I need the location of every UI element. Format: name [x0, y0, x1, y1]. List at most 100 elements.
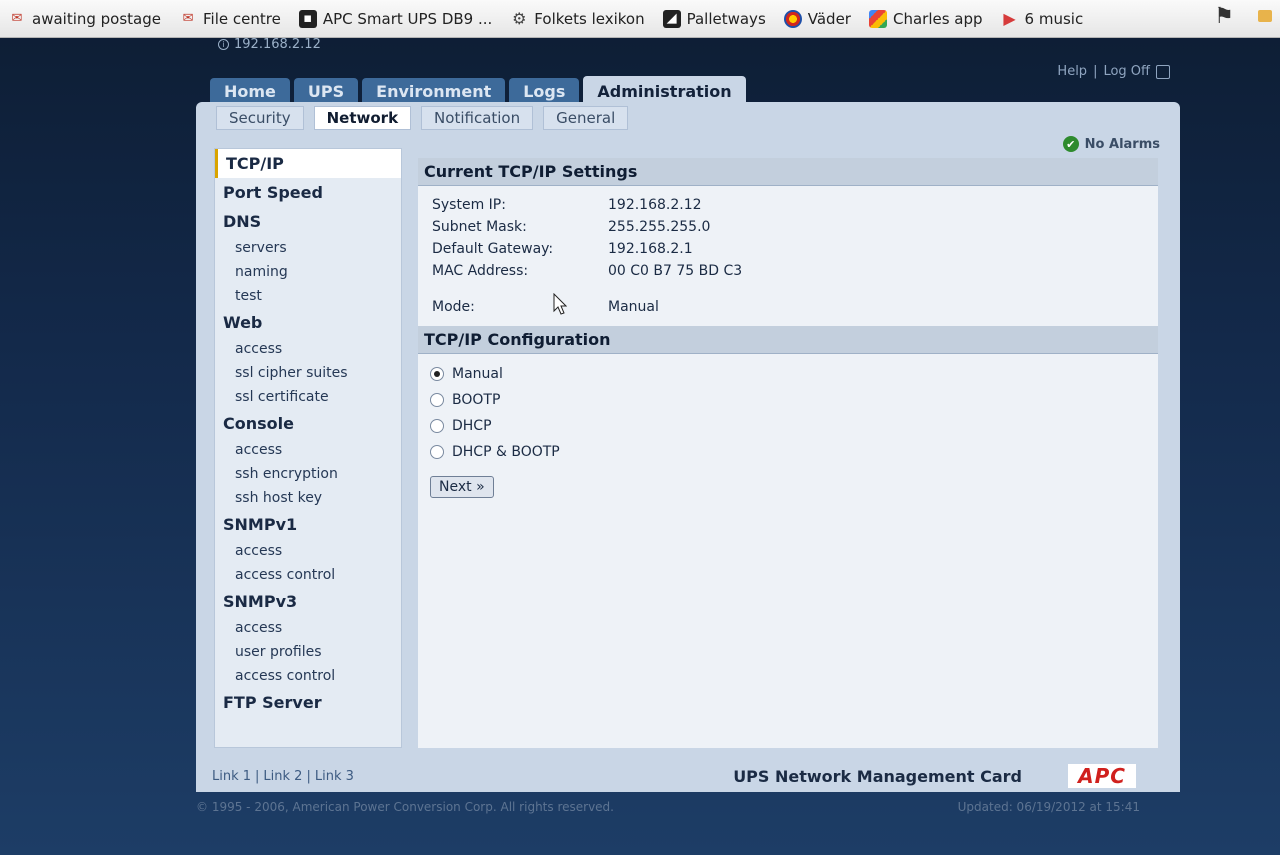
nav-dns-naming[interactable]: naming: [215, 260, 401, 284]
tab-environment[interactable]: Environment: [362, 78, 506, 104]
configuration-header: TCP/IP Configuration: [418, 326, 1158, 354]
subnet-mask-label: Subnet Mask:: [432, 219, 527, 235]
footer-bar: Link 1 | Link 2 | Link 3 UPS Network Man…: [196, 762, 1148, 790]
nav-console-ssh-encryption[interactable]: ssh encryption: [215, 462, 401, 486]
bookmark-flag-icon[interactable]: ⚑: [1214, 4, 1234, 29]
bookmark-label: Palletways: [686, 9, 766, 28]
nav-web-access[interactable]: access: [215, 337, 401, 361]
bookmark-palletways[interactable]: ◢ Palletways: [662, 9, 766, 28]
content-area: Current TCP/IP Settings System IP: 192.1…: [418, 158, 1158, 748]
tab-logs[interactable]: Logs: [509, 78, 580, 104]
play-icon: ▶: [1003, 9, 1016, 28]
ebay-icon: ✉: [182, 11, 194, 26]
alarm-status[interactable]: ✔ No Alarms: [1062, 136, 1160, 152]
configuration-options: Manual BOOTP DHCP DHCP & BOOTP: [418, 354, 1158, 472]
bookmark-apc-smart-ups[interactable]: ▪ APC Smart UPS DB9 ...: [298, 9, 492, 28]
option-bootp[interactable]: BOOTP: [430, 392, 1146, 408]
option-manual[interactable]: Manual: [430, 366, 1146, 382]
footer-link-3[interactable]: Link 3: [315, 769, 354, 784]
ebay-icon: ✉: [11, 11, 23, 26]
main-panel: Security Network Notification General ✔ …: [196, 102, 1180, 792]
nav-tcpip[interactable]: TCP/IP: [215, 149, 401, 178]
separator: |: [255, 768, 260, 784]
radio-manual[interactable]: [430, 367, 444, 381]
nav-snmpv3-access[interactable]: access: [215, 616, 401, 640]
nav-snmpv3[interactable]: SNMPv3: [215, 587, 401, 616]
bookmarks-bar: ✉ awaiting postage ✉ File centre ▪ APC Smar…: [0, 0, 1280, 38]
subtab-general[interactable]: General: [543, 106, 629, 130]
other-bookmarks-folder-icon[interactable]: [1258, 10, 1272, 22]
mouse-cursor-icon: [553, 293, 567, 315]
ip-address: 192.168.2.12: [234, 37, 321, 52]
mac-address-value: 00 C0 B7 75 BD C3: [608, 263, 743, 279]
radio-bootp[interactable]: [430, 393, 444, 407]
bookmark-label: Väder: [807, 9, 851, 28]
sun-icon: [783, 9, 802, 28]
gateway-value: 192.168.2.1: [608, 241, 693, 257]
product-title: UPS Network Management Card: [733, 766, 1022, 786]
apc-icon: ▪: [298, 9, 317, 28]
bookmark-label: 6 music: [1024, 9, 1084, 28]
google-icon: [868, 9, 887, 28]
mac-address-label: MAC Address:: [432, 263, 529, 279]
nav-dns-test[interactable]: test: [215, 284, 401, 308]
bookmark-folkets-lexikon[interactable]: ⚙ Folkets lexikon: [510, 9, 645, 28]
nav-snmpv1-access[interactable]: access: [215, 539, 401, 563]
option-label: Manual: [452, 366, 503, 382]
separator: |: [306, 768, 311, 784]
bookmark-charles-app[interactable]: Charles app: [868, 9, 983, 28]
option-label: DHCP: [452, 418, 492, 434]
option-dhcp[interactable]: DHCP: [430, 418, 1146, 434]
nav-snmpv3-user-profiles[interactable]: user profiles: [215, 640, 401, 664]
nav-dns[interactable]: DNS: [215, 207, 401, 236]
radio-dhcp[interactable]: [430, 419, 444, 433]
sub-tabs: Security Network Notification General: [216, 106, 629, 130]
nav-port-speed[interactable]: Port Speed: [215, 178, 401, 207]
bookmark-label: Folkets lexikon: [534, 9, 645, 28]
nav-snmpv1[interactable]: SNMPv1: [215, 510, 401, 539]
option-dhcp-bootp[interactable]: DHCP & BOOTP: [430, 444, 1146, 460]
nav-snmpv3-access-control[interactable]: access control: [215, 664, 401, 688]
bookmark-file-centre[interactable]: ✉ File centre: [179, 10, 281, 28]
subtab-network[interactable]: Network: [313, 106, 412, 130]
nav-dns-servers[interactable]: servers: [215, 236, 401, 260]
nav-web-ssl-cipher-suites[interactable]: ssl cipher suites: [215, 361, 401, 385]
apc-logo: APC: [1068, 764, 1136, 788]
bookmark-vader[interactable]: Väder: [783, 9, 851, 28]
device-ip: i 192.168.2.12: [218, 37, 321, 52]
nav-ftp-server[interactable]: FTP Server: [215, 688, 401, 717]
footer-link-2[interactable]: Link 2: [263, 769, 302, 784]
bookmark-awaiting-postage[interactable]: ✉ awaiting postage: [8, 10, 161, 28]
alarm-status-label: No Alarms: [1084, 136, 1160, 152]
header-links: Help | Log Off: [1057, 64, 1170, 79]
logoff-icon[interactable]: [1156, 64, 1170, 79]
bookmark-label: awaiting postage: [32, 9, 162, 28]
current-settings-table: System IP: 192.168.2.12 Subnet Mask: 255…: [418, 186, 1158, 326]
nav-console[interactable]: Console: [215, 409, 401, 438]
subtab-notification[interactable]: Notification: [421, 106, 534, 130]
help-link[interactable]: Help: [1057, 64, 1087, 79]
tab-home[interactable]: Home: [210, 78, 290, 104]
gateway-label: Default Gateway:: [432, 241, 554, 257]
next-button[interactable]: Next »: [430, 476, 494, 498]
nav-console-ssh-host-key[interactable]: ssh host key: [215, 486, 401, 510]
footer-links: Link 1 | Link 2 | Link 3: [212, 769, 354, 784]
mode-value: Manual: [608, 299, 659, 315]
radio-dhcp-bootp[interactable]: [430, 445, 444, 459]
separator: |: [1093, 64, 1098, 79]
logoff-link[interactable]: Log Off: [1103, 64, 1150, 79]
copyright-text: © 1995 - 2006, American Power Conversion…: [196, 800, 614, 814]
nav-web-ssl-certificate[interactable]: ssl certificate: [215, 385, 401, 409]
palletways-icon: ◢: [662, 9, 681, 28]
nav-web[interactable]: Web: [215, 308, 401, 337]
gear-icon: ⚙: [512, 9, 527, 28]
footer-link-1[interactable]: Link 1: [212, 769, 251, 784]
nav-console-access[interactable]: access: [215, 438, 401, 462]
updated-timestamp: Updated: 06/19/2012 at 15:41: [957, 800, 1140, 814]
subtab-security[interactable]: Security: [216, 106, 304, 130]
nav-snmpv1-access-control[interactable]: access control: [215, 563, 401, 587]
tab-ups[interactable]: UPS: [293, 78, 359, 104]
option-label: DHCP & BOOTP: [452, 444, 560, 460]
system-ip-label: System IP:: [432, 197, 506, 213]
bookmark-6-music[interactable]: ▶ 6 music: [1001, 9, 1084, 28]
